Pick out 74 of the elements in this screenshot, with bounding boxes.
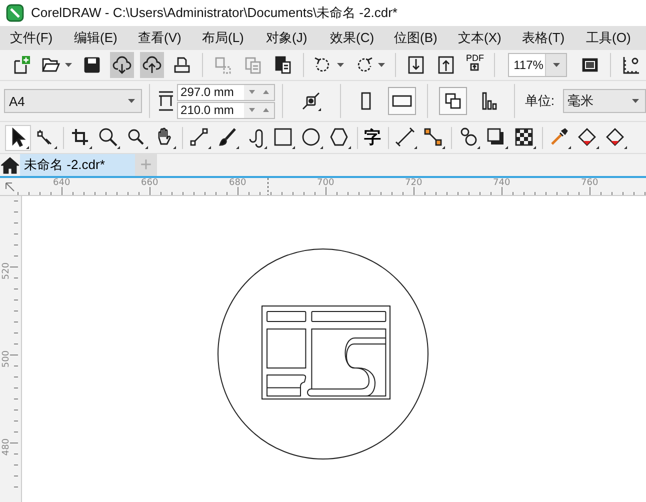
cloud-download-button[interactable] — [110, 52, 134, 78]
line-nodes-icon — [189, 126, 211, 148]
zoom-level-field[interactable]: 117% — [508, 53, 568, 77]
menu-item[interactable]: 对象(J) — [260, 29, 324, 47]
ruler-label: 740 — [493, 178, 510, 188]
ellipse-icon — [301, 126, 323, 148]
menu-item[interactable]: 编辑(E) — [68, 29, 132, 47]
ruler-gear-icon — [621, 55, 641, 75]
menu-item[interactable]: 表格(T) — [516, 29, 580, 47]
caret-icon — [378, 63, 386, 67]
import-icon — [406, 55, 426, 75]
landscape-button[interactable] — [388, 87, 416, 115]
pick-tool[interactable] — [5, 124, 31, 150]
pdf-small-icon — [470, 63, 480, 71]
ruler-origin-icon — [5, 182, 15, 192]
spin-arrows-icon — [248, 107, 270, 113]
spin-arrows-icon — [248, 89, 270, 95]
search-icon — [126, 126, 148, 148]
paintbrush-icon — [217, 126, 239, 148]
menu-item[interactable]: 工具(O) — [580, 29, 644, 47]
rectangle-icon — [273, 126, 295, 148]
overlapping-pages-icon — [443, 91, 464, 111]
all-pages-button[interactable] — [439, 87, 468, 115]
menu-item[interactable]: 查看(V) — [132, 29, 196, 47]
pen-outline-icon — [605, 126, 627, 148]
export-icon — [436, 55, 456, 75]
caret-icon — [337, 63, 344, 67]
ruler-label: 480 — [2, 438, 12, 456]
crop-icon — [70, 126, 92, 148]
ruler-label: 720 — [405, 178, 422, 188]
dimension-line-icon — [395, 126, 417, 148]
menu-item[interactable]: 文件(F) — [4, 29, 68, 47]
window-title: CorelDRAW - C:\Users\Administrator\Documents\未命名 -2.cdr* — [31, 4, 398, 22]
ruler-label: 680 — [229, 178, 246, 188]
clipboard-icon — [272, 55, 293, 75]
text-tool[interactable]: 字 — [362, 126, 384, 148]
cloud-upload-icon — [142, 55, 162, 75]
caret-icon — [632, 99, 640, 103]
cloud-upload-button[interactable] — [140, 52, 164, 78]
eyedropper-icon — [549, 126, 571, 148]
page-size-dropdown[interactable]: A4 — [4, 89, 142, 113]
document-tab[interactable]: 未命名 -2.cdr* — [20, 154, 135, 176]
printer-icon — [172, 55, 192, 75]
ruler-label: 660 — [141, 178, 158, 188]
hexagon-icon — [329, 126, 351, 148]
menu-item[interactable]: 布局(L) — [196, 29, 260, 47]
ruler-label: 700 — [317, 178, 334, 188]
units-label: 单位: — [524, 92, 555, 110]
ruler-label: 500 — [2, 350, 12, 368]
search-icon — [98, 126, 120, 148]
house-icon — [1, 156, 19, 174]
page-width-field[interactable]: 297.0 mm — [176, 84, 275, 100]
units-dropdown[interactable]: 毫米 — [562, 89, 646, 113]
caret-icon — [65, 63, 72, 67]
copy-icon — [242, 55, 263, 75]
ruler-label: 640 — [53, 178, 70, 188]
anchor-target-icon — [301, 91, 322, 111]
connector-icon — [423, 126, 445, 148]
checkerboard-icon — [514, 126, 536, 148]
caret-icon — [552, 63, 560, 67]
blend-circles-icon — [458, 126, 480, 148]
page-height-field[interactable]: 210.0 mm — [176, 102, 275, 118]
publish-pdf-button[interactable]: PDF — [464, 52, 486, 78]
menu-item[interactable]: 效果(C) — [324, 29, 388, 47]
cloud-download-icon — [112, 55, 132, 75]
drop-shadow-icon — [486, 126, 508, 148]
menu-item[interactable]: 位图(B) — [388, 29, 452, 47]
ruler-label: 520 — [2, 262, 12, 280]
paint-bucket-icon — [577, 126, 599, 148]
app-logo-icon — [6, 4, 24, 22]
dimension-tool[interactable] — [393, 124, 419, 150]
caret-icon — [128, 99, 136, 103]
ruler-label: 760 — [581, 178, 598, 188]
menu-item[interactable]: 文本(X) — [452, 29, 516, 47]
